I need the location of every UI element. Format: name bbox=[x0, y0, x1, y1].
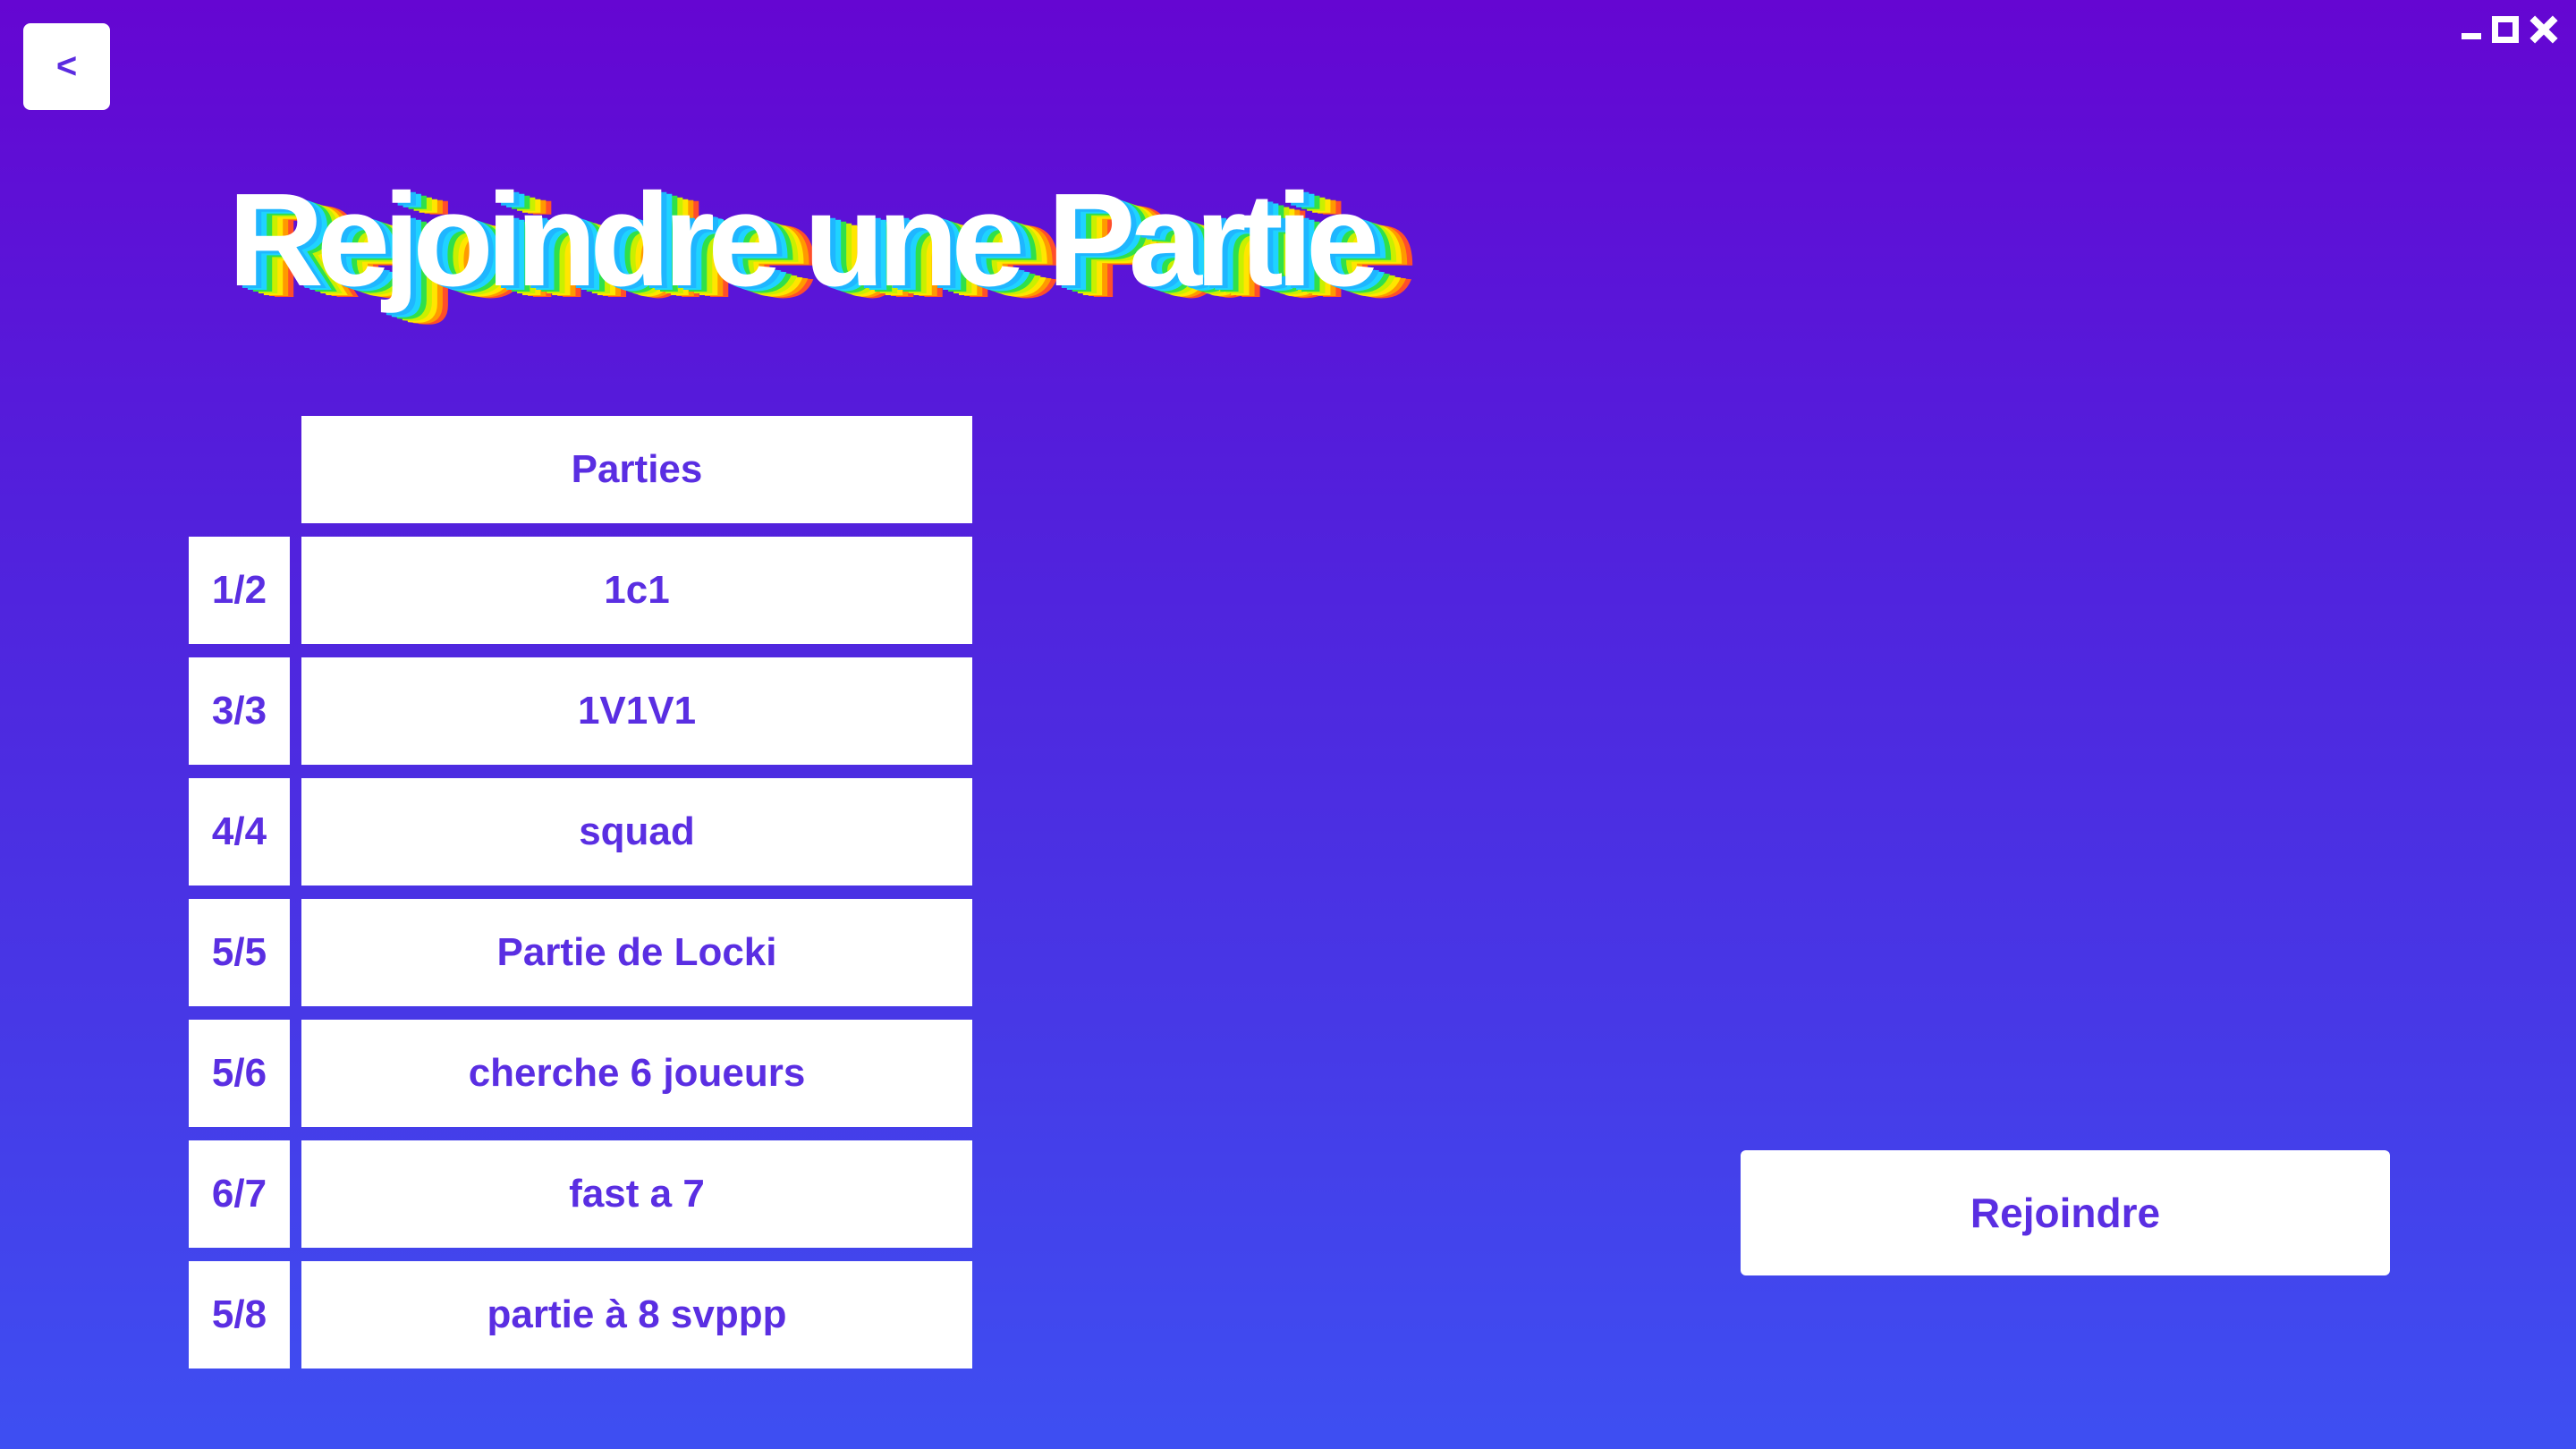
games-column-header: Parties bbox=[301, 416, 972, 523]
maximize-icon[interactable] bbox=[2492, 16, 2519, 43]
game-name[interactable]: Partie de Locki bbox=[301, 899, 972, 1006]
game-name[interactable]: 1V1V1 bbox=[301, 657, 972, 765]
game-name[interactable]: cherche 6 joueurs bbox=[301, 1020, 972, 1127]
minimize-icon[interactable] bbox=[2462, 14, 2481, 45]
game-name[interactable]: fast a 7 bbox=[301, 1140, 972, 1248]
game-row[interactable]: 6/7 fast a 7 bbox=[189, 1140, 974, 1248]
game-name[interactable]: partie à 8 svppp bbox=[301, 1261, 972, 1368]
game-row[interactable]: 5/6 cherche 6 joueurs bbox=[189, 1020, 974, 1127]
game-player-count: 5/6 bbox=[189, 1020, 290, 1127]
game-row[interactable]: 1/2 1c1 bbox=[189, 537, 974, 644]
game-player-count: 1/2 bbox=[189, 537, 290, 644]
page-title: Rejoindre une Partie bbox=[228, 166, 1379, 314]
game-player-count: 6/7 bbox=[189, 1140, 290, 1248]
game-player-count: 5/5 bbox=[189, 899, 290, 1006]
window-controls bbox=[2462, 14, 2558, 45]
close-icon[interactable] bbox=[2529, 14, 2558, 45]
game-player-count: 4/4 bbox=[189, 778, 290, 886]
game-name[interactable]: 1c1 bbox=[301, 537, 972, 644]
back-button[interactable]: < bbox=[23, 23, 110, 110]
games-list: 1/2 1c1 3/3 1V1V1 4/4 squad 5/5 Partie d… bbox=[189, 537, 974, 1382]
join-button[interactable]: Rejoindre bbox=[1741, 1150, 2390, 1275]
game-player-count: 5/8 bbox=[189, 1261, 290, 1368]
game-row[interactable]: 5/5 Partie de Locki bbox=[189, 899, 974, 1006]
game-player-count: 3/3 bbox=[189, 657, 290, 765]
game-name[interactable]: squad bbox=[301, 778, 972, 886]
game-row[interactable]: 4/4 squad bbox=[189, 778, 974, 886]
game-row[interactable]: 5/8 partie à 8 svppp bbox=[189, 1261, 974, 1368]
game-row[interactable]: 3/3 1V1V1 bbox=[189, 657, 974, 765]
